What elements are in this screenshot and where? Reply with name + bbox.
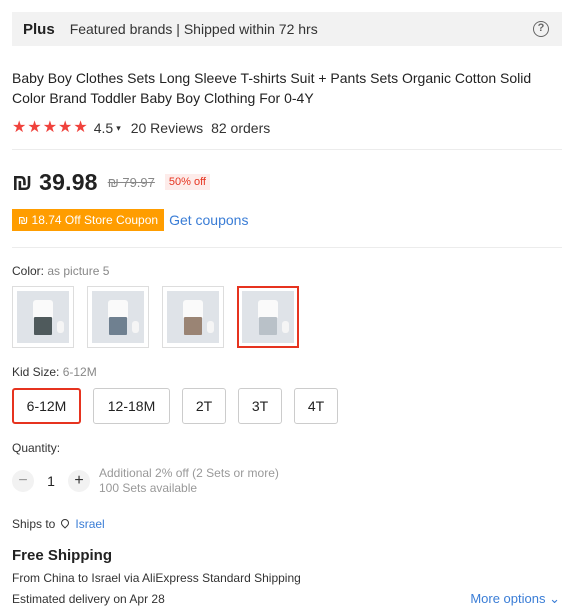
size-option-6-12m[interactable]: 6-12M — [12, 388, 81, 424]
store-coupon-badge[interactable]: ₪ 18.74 Off Store Coupon — [12, 209, 165, 231]
color-value: as picture 5 — [47, 264, 110, 278]
pants-shape — [259, 317, 277, 335]
quantity-input[interactable]: 1 — [34, 473, 68, 489]
star-icon: ★ — [42, 119, 58, 136]
sock-shape — [131, 321, 139, 333]
plus-banner: Plus Featured brands | Shipped within 72… — [12, 12, 562, 46]
quantity-increase-button[interactable]: + — [68, 470, 90, 492]
discount-badge: 50% off — [164, 174, 210, 190]
swatch-image — [242, 291, 294, 343]
swatch-image — [167, 291, 219, 343]
quantity-label: Quantity: — [12, 441, 61, 455]
chevron-down-icon[interactable]: ▾ — [116, 123, 121, 134]
free-shipping-title: Free Shipping — [12, 547, 113, 564]
divider — [12, 247, 562, 248]
swatch-image — [17, 291, 69, 343]
estimated-delivery-prefix: Estimated delivery on — [12, 592, 127, 606]
reviews-link[interactable]: 20 Reviews — [131, 120, 203, 136]
size-option-3t[interactable]: 3T — [238, 388, 282, 424]
size-label-text: Kid Size: — [12, 365, 60, 379]
pants-shape — [34, 317, 52, 335]
sock-shape — [281, 321, 289, 333]
size-option-2t[interactable]: 2T — [182, 388, 226, 424]
color-swatch[interactable] — [162, 286, 224, 348]
estimated-delivery-date: Apr 28 — [129, 592, 165, 606]
current-price: ₪ 39.98 — [12, 168, 98, 195]
color-swatch-selected[interactable] — [237, 286, 299, 348]
rating-row: ★ ★ ★ ★ ★ 4.5 ▾ 20 Reviews 82 orders — [12, 118, 270, 138]
ships-to-country-link[interactable]: Israel — [75, 517, 104, 531]
ships-to-label: Ships to — [12, 517, 56, 531]
star-icon: ★ — [27, 119, 42, 136]
color-swatch[interactable] — [87, 286, 149, 348]
shirt-shape — [257, 300, 279, 319]
sock-shape — [206, 321, 214, 333]
more-options-link[interactable]: More options ⌄ — [470, 591, 560, 607]
shipping-route: From China to Israel via AliExpress Stan… — [12, 571, 301, 585]
orders-count: 82 orders — [211, 120, 271, 136]
divider — [12, 149, 562, 150]
price-row: ₪ 39.98 ₪ 79.97 50% off — [12, 168, 210, 196]
star-icon: ★ — [12, 119, 27, 136]
ships-to-row: Ships to Israel — [12, 517, 105, 531]
star-icon: ★ — [58, 119, 73, 136]
product-title: Baby Boy Clothes Sets Long Sleeve T-shir… — [12, 70, 532, 106]
coupon-row: ₪ 18.74 Off Store Coupon Get coupons — [12, 208, 248, 232]
chevron-down-icon: ⌄ — [549, 591, 560, 606]
color-label: Color: as picture 5 — [12, 264, 109, 278]
quantity-decrease-button[interactable]: − — [12, 470, 34, 492]
shirt-shape — [107, 300, 129, 319]
question-circle-icon[interactable]: ? — [533, 21, 549, 37]
more-options-label: More options — [470, 591, 546, 606]
plus-badge: Plus — [23, 20, 55, 38]
original-price: ₪ 79.97 — [107, 174, 155, 190]
bulk-discount-note: Additional 2% off (2 Sets or more) — [99, 466, 279, 480]
shirt-shape — [182, 300, 204, 319]
size-option-12-18m[interactable]: 12-18M — [93, 388, 170, 424]
location-pin-icon — [59, 517, 72, 529]
color-swatches — [12, 286, 299, 348]
quantity-info: Additional 2% off (2 Sets or more) 100 S… — [99, 466, 279, 496]
estimated-delivery: Estimated delivery on Apr 28 — [12, 592, 165, 606]
rating-value[interactable]: 4.5 — [94, 120, 113, 136]
size-value: 6-12M — [62, 365, 97, 379]
quantity-stepper: − 1 + Additional 2% off (2 Sets or more)… — [12, 466, 279, 496]
pants-shape — [109, 317, 127, 335]
get-coupons-link[interactable]: Get coupons — [169, 212, 248, 228]
star-rating: ★ ★ ★ ★ ★ — [12, 120, 88, 136]
shirt-shape — [32, 300, 54, 319]
availability-note: 100 Sets available — [99, 481, 198, 495]
color-label-text: Color: — [12, 264, 45, 278]
plus-banner-text: Featured brands | Shipped within 72 hrs — [69, 21, 318, 37]
size-option-4t[interactable]: 4T — [294, 388, 338, 424]
star-icon: ★ — [73, 119, 88, 136]
size-options: 6-12M 12-18M 2T 3T 4T — [12, 388, 338, 424]
pants-shape — [184, 317, 202, 335]
sock-shape — [56, 321, 64, 333]
store-coupon-label: ₪ 18.74 Off Store Coupon — [18, 213, 159, 227]
size-label: Kid Size: 6-12M — [12, 365, 97, 379]
swatch-image — [92, 291, 144, 343]
color-swatch[interactable] — [12, 286, 74, 348]
